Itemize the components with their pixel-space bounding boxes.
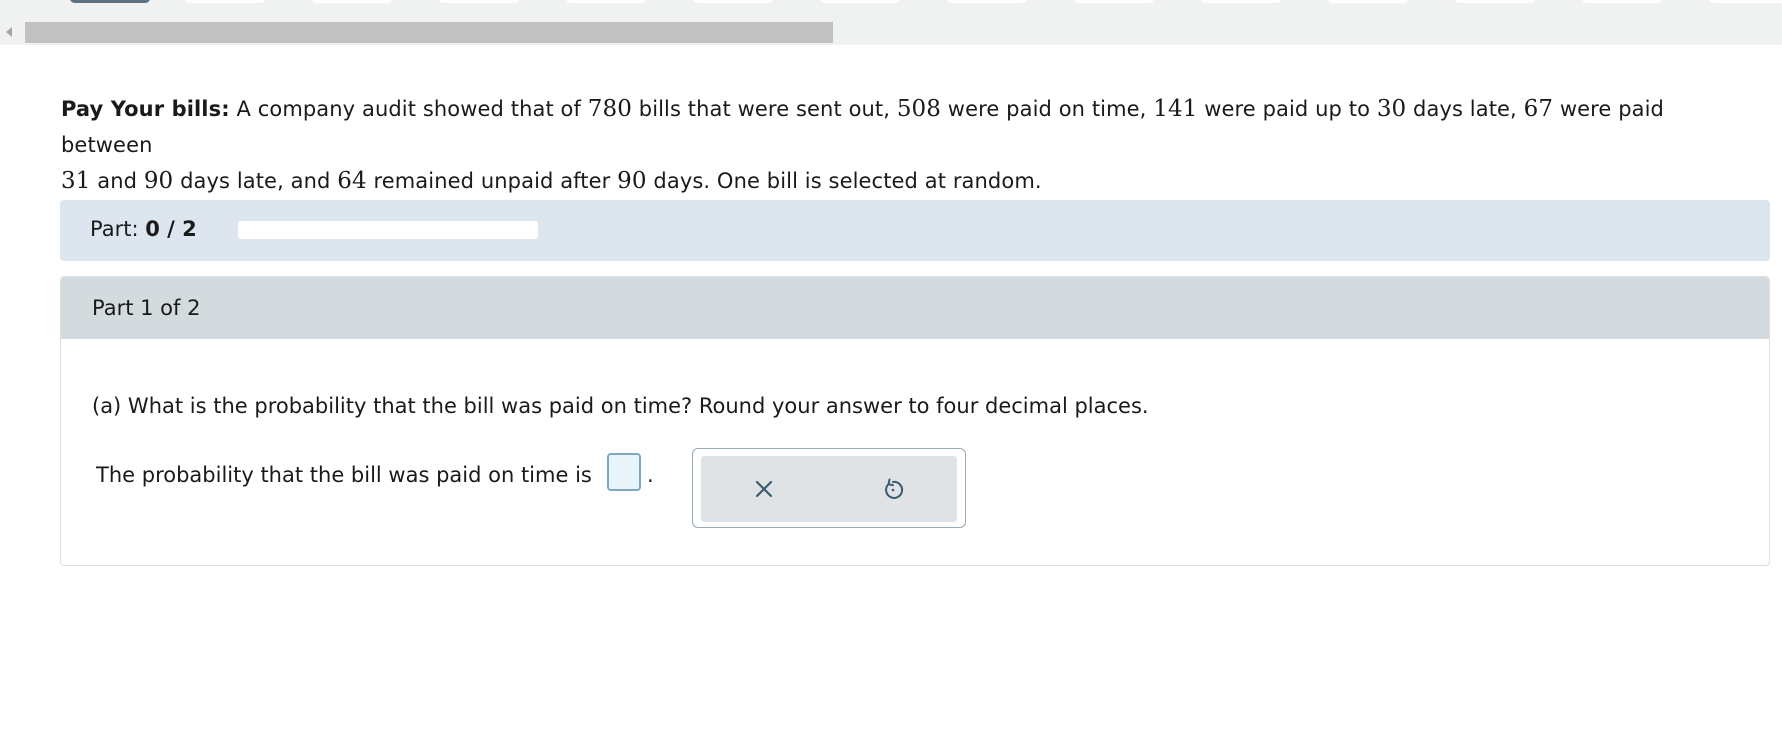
undo-button[interactable]: [877, 473, 909, 505]
undo-icon: [885, 478, 904, 499]
question-nav-pill[interactable]: [947, 0, 1027, 3]
question-nav-pill[interactable]: [1074, 0, 1154, 3]
question-nav-pill[interactable]: [1201, 0, 1281, 3]
part-progress-count: 0 / 2: [145, 217, 197, 241]
question-nav-pill[interactable]: [1328, 0, 1408, 3]
question-nav-pill[interactable]: [820, 0, 900, 3]
question-nav-pill[interactable]: [1455, 0, 1535, 3]
part-progress-label: Part: 0 / 2: [90, 217, 197, 241]
question-nav-pill[interactable]: [693, 0, 773, 3]
part-card: Part 1 of 2 (a) What is the probability …: [60, 276, 1770, 566]
question-nav-pill[interactable]: [1709, 0, 1782, 3]
problem-text: A company audit showed that of 780 bills…: [61, 96, 1664, 194]
question-nav-pill[interactable]: [439, 0, 519, 3]
scroll-left-arrow-icon[interactable]: [6, 27, 12, 37]
part-progress-bar: Part: 0 / 2: [60, 200, 1770, 261]
question-nav-pill[interactable]: [1582, 0, 1662, 3]
answer-suffix: .: [647, 463, 654, 487]
question-nav-pill-current[interactable]: [70, 0, 150, 3]
question-text: (a) What is the probability that the bil…: [92, 394, 1149, 418]
question-nav-pill[interactable]: [566, 0, 646, 3]
answer-tools-panel: [692, 448, 966, 528]
probability-answer-input[interactable]: [607, 453, 641, 491]
answer-tools-inner: [701, 456, 957, 522]
question-nav-pills: [0, 0, 1782, 4]
part-header: Part 1 of 2: [61, 277, 1769, 339]
progress-track: [238, 221, 538, 239]
answer-prefix-text: The probability that the bill was paid o…: [96, 463, 592, 487]
problem-title: Pay Your bills:: [61, 97, 230, 121]
close-icon: [755, 480, 773, 498]
top-toolbar-strip: [0, 0, 1782, 45]
clear-answer-button[interactable]: [748, 473, 780, 505]
question-nav-pill[interactable]: [312, 0, 392, 3]
part-header-title: Part 1 of 2: [92, 296, 201, 320]
question-nav-pill[interactable]: [185, 0, 265, 3]
horizontal-scrollbar-thumb[interactable]: [25, 22, 833, 43]
problem-statement: Pay Your bills: A company audit showed t…: [61, 91, 1761, 199]
